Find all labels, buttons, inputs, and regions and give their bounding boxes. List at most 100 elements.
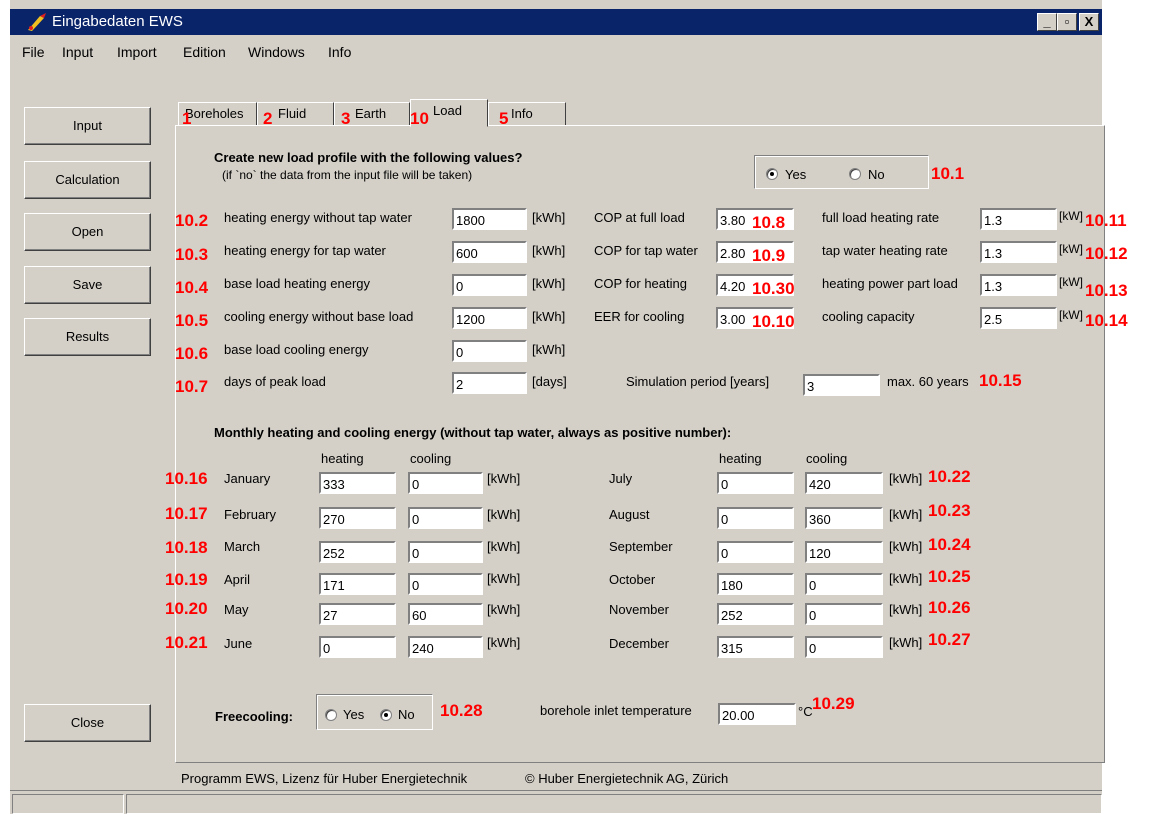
base-heating-energy-input[interactable] [452,274,527,296]
part-load-power-input[interactable] [980,274,1057,296]
freecooling-yes-radio[interactable] [325,709,337,721]
month-heating-input[interactable] [717,603,794,625]
maximize-button[interactable]: ▫ [1057,13,1077,31]
simulation-period-input[interactable] [803,374,880,396]
full-load-rate-input[interactable] [980,208,1057,230]
month-marker: 10.19 [165,570,208,589]
month-cooling-input[interactable] [805,603,883,625]
menu-info[interactable]: Info [328,44,351,60]
freecooling-no-radio[interactable] [380,709,392,721]
month-cooling-input[interactable] [805,573,883,595]
license-text: Programm EWS, Lizenz für Huber Energiete… [181,771,468,786]
unit-label: [kWh] [487,635,521,650]
close-window-button[interactable]: X [1079,13,1099,31]
unit-label: [kWh] [532,309,566,324]
title-bar[interactable]: Eingabedaten EWS _ ▫ X [10,9,1102,35]
unit-label: [kWh] [532,276,566,291]
month-heating-input[interactable] [717,541,794,563]
heating-energy-label: heating energy without tap water [224,210,412,225]
cooling-energy-label: cooling energy without base load [224,309,414,324]
menu-windows[interactable]: Windows [248,44,305,60]
cooling-capacity-input[interactable] [980,307,1057,329]
base-heating-energy-label: base load heating energy [224,276,371,291]
month-heating-input[interactable] [319,541,396,563]
peak-days-label: days of peak load [224,374,326,389]
month-heating-input[interactable] [717,472,794,494]
month-cooling-input[interactable] [408,636,483,658]
month-label: October [609,572,656,587]
month-label: September [609,539,673,554]
menu-edition[interactable]: Edition [183,44,226,60]
create-no-radio[interactable] [849,168,861,180]
heating-energy-input[interactable] [452,208,527,230]
menu-import[interactable]: Import [117,44,157,60]
create-yes-radio[interactable] [766,168,778,180]
cooling-energy-input[interactable] [452,307,527,329]
row-marker: 10.12 [1085,244,1128,263]
save-button[interactable]: Save [24,266,151,304]
row-marker: 10.3 [175,245,209,264]
month-heating-input[interactable] [319,507,396,529]
tap-water-rate-label: tap water heating rate [822,243,948,258]
calculation-button[interactable]: Calculation [24,161,151,199]
status-panel [126,794,1102,814]
month-label: April [224,572,251,587]
month-heating-input[interactable] [319,636,396,658]
unit-label: [kWh] [889,635,923,650]
month-marker: 10.20 [165,599,208,618]
month-cooling-input[interactable] [408,541,483,563]
month-cooling-input[interactable] [805,472,883,494]
freecooling-label: Freecooling: [215,709,294,724]
cop-tap-water-label: COP for tap water [594,243,698,258]
month-cooling-input[interactable] [408,507,483,529]
month-label: November [609,602,669,617]
row-marker: 10.13 [1085,281,1128,300]
tap-water-rate-input[interactable] [980,241,1057,263]
month-heating-input[interactable] [319,603,396,625]
unit-label: [kWh] [532,243,566,258]
unit-label: [kWh] [889,571,923,586]
create-no-label[interactable]: No [868,167,885,182]
freecooling-no-label[interactable]: No [398,707,415,722]
month-heating-input[interactable] [717,573,794,595]
create-profile-radio-group [754,155,929,189]
freecooling-yes-label[interactable]: Yes [343,707,364,722]
month-label: March [224,539,261,554]
month-cooling-input[interactable] [408,573,483,595]
month-cooling-input[interactable] [408,603,483,625]
full-load-rate-label: full load heating rate [822,210,940,225]
month-cooling-input[interactable] [408,472,483,494]
tap-water-energy-label: heating energy for tap water [224,243,386,258]
inlet-temperature-input[interactable] [718,703,796,725]
results-button[interactable]: Results [24,318,151,356]
month-heating-input[interactable] [319,472,396,494]
unit-label: [kWh] [487,471,521,486]
month-cooling-input[interactable] [805,507,883,529]
month-cooling-input[interactable] [805,541,883,563]
menu-input[interactable]: Input [62,44,93,60]
minimize-button[interactable]: _ [1037,13,1057,31]
close-button[interactable]: Close [24,704,151,742]
row-marker: 10.10 [752,312,795,331]
month-heating-input[interactable] [717,507,794,529]
cop-heating-label: COP for heating [594,276,687,291]
month-cooling-input[interactable] [805,636,883,658]
peak-days-input[interactable] [452,372,527,394]
row-marker: 10.7 [175,377,209,396]
menu-file[interactable]: File [22,44,45,60]
inlet-temperature-label: borehole inlet temperature [540,703,692,718]
open-button[interactable]: Open [24,213,151,251]
base-cooling-energy-input[interactable] [452,340,527,362]
tap-water-energy-input[interactable] [452,241,527,263]
month-heating-input[interactable] [717,636,794,658]
create-yes-label[interactable]: Yes [785,167,806,182]
row-marker: 10.9 [752,246,786,265]
input-button[interactable]: Input [24,107,151,145]
unit-label: [kW] [1059,209,1083,223]
month-heating-input[interactable] [319,573,396,595]
status-panel [12,794,124,814]
month-marker: 10.27 [928,630,971,649]
month-marker: 10.21 [165,633,208,652]
heading-heating: heating [719,451,762,466]
row-marker: 10.5 [175,311,209,330]
